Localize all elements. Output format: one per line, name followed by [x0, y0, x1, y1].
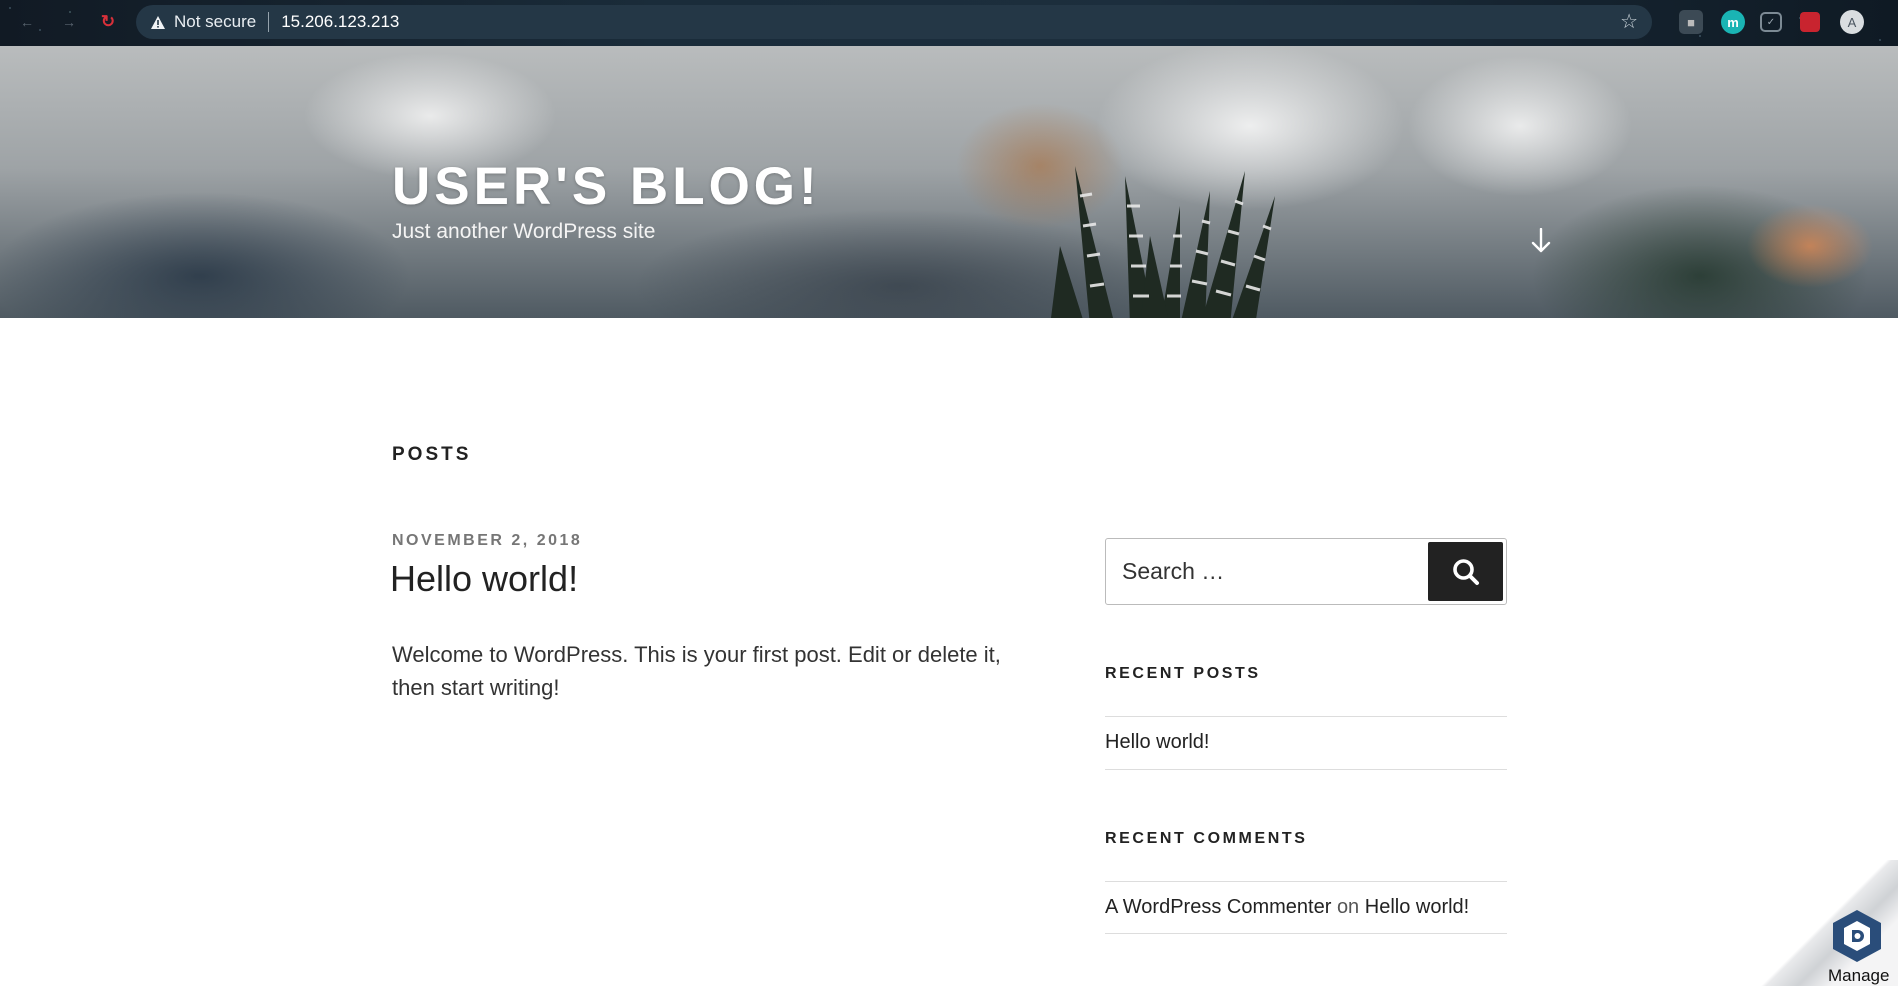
bitnami-logo-icon — [1833, 910, 1881, 962]
reload-icon[interactable]: ↻ — [97, 11, 119, 33]
divider — [1105, 716, 1507, 717]
divider — [1105, 933, 1507, 934]
site-title[interactable]: USER'S BLOG! — [392, 156, 821, 217]
bookmark-star-icon[interactable]: ☆ — [1620, 12, 1638, 32]
comment-author-link[interactable]: A WordPress Commenter — [1105, 896, 1331, 918]
post-excerpt: Welcome to WordPress. This is your first… — [392, 642, 1001, 700]
url-text[interactable]: 15.206.123.213 — [281, 12, 399, 32]
post-title[interactable]: Hello world! — [390, 558, 578, 600]
comment-on-text: on — [1336, 896, 1360, 918]
extension-m-icon[interactable]: m — [1721, 10, 1745, 34]
divider — [1105, 881, 1507, 882]
recent-comment-item: A WordPress Commenter on Hello world! — [1105, 896, 1469, 919]
warning-icon[interactable] — [150, 14, 166, 30]
extension-icon[interactable]: ■ — [1679, 10, 1703, 34]
profile-avatar[interactable]: A — [1840, 10, 1864, 34]
site-header: USER'S BLOG! Just another WordPress site — [0, 46, 1898, 318]
forward-icon[interactable]: → — [58, 11, 80, 33]
search-input[interactable] — [1106, 539, 1426, 604]
post-date[interactable]: NOVEMBER 2, 2018 — [392, 532, 582, 550]
browser-toolbar: ← → ↻ Not secure 15.206.123.213 ☆ ■ m ✓ … — [0, 0, 1898, 46]
search-form — [1105, 538, 1507, 605]
back-icon[interactable]: ← — [16, 11, 38, 33]
header-plant-image — [1051, 166, 1275, 318]
pocket-icon[interactable]: ✓ — [1760, 12, 1782, 32]
posts-section-title: POSTS — [392, 444, 472, 465]
manage-badge[interactable]: Manage — [1760, 860, 1898, 986]
scroll-down-arrow-icon[interactable] — [1528, 226, 1554, 256]
site-description: Just another WordPress site — [392, 220, 656, 243]
recent-post-link[interactable]: Hello world! — [1105, 731, 1209, 754]
address-bar[interactable]: Not secure 15.206.123.213 ☆ — [136, 5, 1652, 39]
divider — [268, 12, 270, 32]
manage-label[interactable]: Manage — [1828, 966, 1889, 986]
search-icon — [1452, 558, 1479, 585]
comment-post-link[interactable]: Hello world! — [1365, 896, 1469, 918]
recent-posts-title: RECENT POSTS — [1105, 665, 1261, 682]
divider — [1105, 769, 1507, 770]
recent-comments-title: RECENT COMMENTS — [1105, 830, 1308, 847]
security-label[interactable]: Not secure — [174, 12, 256, 32]
extension-red-icon[interactable] — [1800, 12, 1820, 32]
search-button[interactable] — [1428, 542, 1503, 601]
